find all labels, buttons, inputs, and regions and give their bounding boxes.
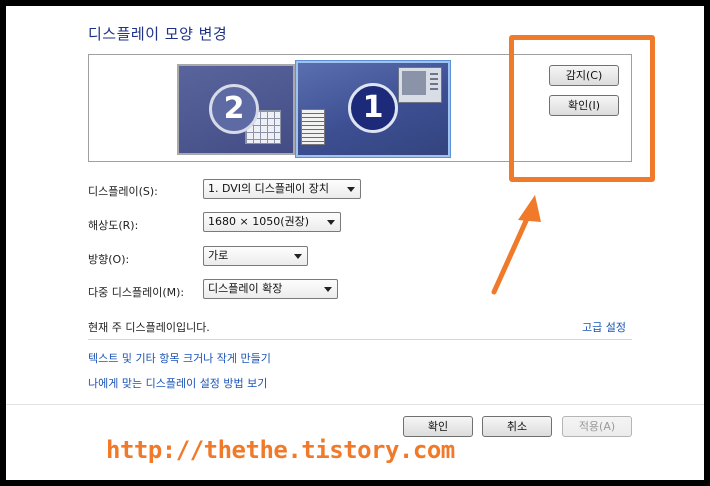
multiple-displays-label: 다중 디스플레이(M): — [88, 286, 185, 299]
orientation-select-value: 가로 — [208, 249, 229, 262]
page-title: 디스플레이 모양 변경 — [88, 25, 228, 43]
advanced-settings-link[interactable]: 고급 설정 — [582, 319, 626, 335]
orientation-label: 방향(O): — [88, 253, 130, 266]
display-settings-help-link[interactable]: 나에게 맞는 디스플레이 설정 방법 보기 — [88, 375, 267, 391]
orientation-select[interactable]: 가로 — [203, 246, 308, 266]
blog-watermark: http://thethe.tistory.com — [106, 436, 455, 464]
primary-display-status: 현재 주 디스플레이입니다. — [88, 321, 210, 334]
chevron-down-icon — [327, 220, 335, 225]
cancel-button[interactable]: 취소 — [482, 416, 552, 437]
window-icon — [398, 67, 442, 103]
multiple-displays-select-value: 디스플레이 확장 — [208, 282, 283, 295]
ok-button[interactable]: 확인 — [403, 416, 473, 437]
chevron-down-icon — [324, 287, 332, 292]
arrow-shaft — [491, 209, 533, 295]
divider — [88, 339, 632, 340]
apply-button[interactable]: 적용(A) — [562, 416, 632, 437]
multiple-displays-select[interactable]: 디스플레이 확장 — [203, 279, 338, 299]
display-select-value: 1. DVI의 디스플레이 장치 — [208, 182, 329, 195]
highlight-box — [509, 35, 655, 182]
footer-divider — [6, 404, 704, 405]
arrow-head — [518, 195, 541, 222]
monitor-2-thumbnail[interactable]: 2 — [177, 64, 295, 155]
display-label: 디스플레이(S): — [88, 185, 158, 198]
resolution-select-value: 1680 × 1050(권장) — [208, 215, 310, 228]
monitor-2-number: 2 — [209, 84, 259, 134]
document-icon — [301, 109, 325, 145]
resolution-select[interactable]: 1680 × 1050(권장) — [203, 212, 341, 232]
chevron-down-icon — [294, 254, 302, 259]
text-size-link[interactable]: 텍스트 및 기타 항목 크거나 작게 만들기 — [88, 350, 271, 366]
arrow-annotation — [491, 195, 541, 295]
chevron-down-icon — [347, 187, 355, 192]
resolution-label: 해상도(R): — [88, 219, 139, 232]
display-select[interactable]: 1. DVI의 디스플레이 장치 — [203, 179, 361, 199]
monitor-1-number: 1 — [348, 83, 398, 133]
monitor-1-thumbnail[interactable]: 1 — [296, 61, 450, 157]
